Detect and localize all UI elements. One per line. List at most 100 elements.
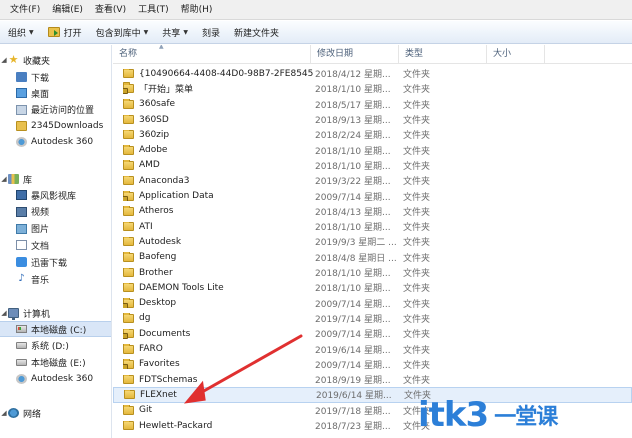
nav-item[interactable]: 系统 (D:)	[0, 338, 111, 354]
file-row[interactable]: dg 2019/7/14 星期... 文件夹	[113, 311, 632, 326]
expand-arrow-icon[interactable]: ◢	[0, 309, 8, 317]
file-row[interactable]: {10490664-4408-44D0-98B7-2FE8545... 2018/…	[113, 66, 632, 81]
file-date: 2019/7/18 星期...	[315, 406, 391, 417]
file-type: 文件夹	[403, 131, 431, 142]
file-date: 2019/6/14 星期...	[316, 391, 392, 402]
nav-item-label: 库	[23, 175, 33, 186]
column-type[interactable]: 类型	[399, 45, 487, 64]
toolbar-button-3[interactable]: 共享 ▼	[158, 21, 198, 44]
nav-item[interactable]: ◢ 网络	[0, 405, 111, 421]
expand-arrow-icon[interactable]: ◢	[0, 175, 8, 183]
file-name: Adobe	[139, 145, 168, 156]
nav-item[interactable]: ◢ 库	[0, 171, 111, 187]
file-date: 2018/4/12 星期...	[315, 70, 391, 81]
file-row[interactable]: Baofeng 2018/4/8 星期日 ... 文件夹	[113, 250, 632, 265]
nav-item[interactable]: ♪ 音乐	[0, 271, 111, 287]
nav-item[interactable]: Autodesk 360	[0, 134, 111, 150]
file-name: AMD	[139, 160, 160, 171]
toolbar-button-2[interactable]: 包含到库中 ▼	[92, 21, 159, 44]
file-name-cell: Application Data	[123, 191, 313, 202]
column-date[interactable]: 修改日期	[311, 45, 399, 64]
file-row[interactable]: AMD 2018/1/10 星期... 文件夹	[113, 158, 632, 173]
file-row[interactable]: Desktop 2009/7/14 星期... 文件夹	[113, 296, 632, 311]
file-name-cell: FARO	[123, 344, 313, 354]
folder-icon	[123, 313, 134, 323]
file-row[interactable]: 360zip 2018/2/24 星期... 文件夹	[113, 127, 632, 142]
nav-item[interactable]: 下载	[0, 69, 111, 85]
folder-icon	[123, 344, 134, 354]
file-row[interactable]: Documents 2009/7/14 星期... 文件夹	[113, 326, 632, 341]
file-name: ATI	[139, 221, 153, 232]
nav-item[interactable]: 本地磁盘 (C:)	[0, 321, 111, 337]
nav-item[interactable]: 迅雷下载	[0, 254, 111, 270]
file-type: 文件夹	[403, 207, 431, 218]
menu-item-1[interactable]: 编辑(E)	[46, 0, 89, 20]
file-name-cell: Hewlett-Packard	[123, 420, 313, 431]
nav-item[interactable]: ◢ 计算机	[0, 305, 111, 321]
file-row[interactable]: Anaconda3 2019/3/22 星期... 文件夹	[113, 173, 632, 188]
file-date: 2018/1/10 星期...	[315, 223, 391, 234]
nav-item[interactable]: 2345Downloads	[0, 118, 111, 134]
menu-item-2[interactable]: 查看(V)	[89, 0, 132, 20]
file-row[interactable]: 360SD 2018/9/13 星期... 文件夹	[113, 112, 632, 127]
nav-item-label: 网络	[23, 409, 42, 420]
menu-bar: 文件(F) 编辑(E) 查看(V) 工具(T) 帮助(H)	[0, 0, 632, 20]
nav-item[interactable]: 暴风影视库	[0, 187, 111, 203]
file-row[interactable]: Autodesk 2019/9/3 星期二 ... 文件夹	[113, 234, 632, 249]
nav-item[interactable]: Autodesk 360	[0, 371, 111, 387]
file-row[interactable]: FARO 2019/6/14 星期... 文件夹	[113, 341, 632, 356]
file-row[interactable]: Favorites 2009/7/14 星期... 文件夹	[113, 357, 632, 372]
file-row[interactable]: Brother 2018/1/10 星期... 文件夹	[113, 265, 632, 280]
nav-item-label: Autodesk 360	[31, 137, 94, 148]
music-icon: ♪	[18, 273, 25, 284]
file-row[interactable]: 「开始」菜单 2018/1/10 星期... 文件夹	[113, 81, 632, 96]
star-icon: ★	[8, 53, 19, 66]
file-row[interactable]: Atheros 2018/4/13 星期... 文件夹	[113, 204, 632, 219]
file-row[interactable]: ATI 2018/1/10 星期... 文件夹	[113, 219, 632, 234]
nav-item[interactable]: ◢ ★ 收藏夹	[0, 52, 111, 68]
nav-item[interactable]: 桌面	[0, 85, 111, 101]
file-name: 360zip	[139, 129, 170, 140]
toolbar-button-0[interactable]: 组织 ▼	[4, 21, 44, 44]
file-type: 文件夹	[403, 116, 431, 127]
file-type: 文件夹	[403, 161, 431, 172]
toolbar-button-1[interactable]: 打开	[44, 21, 92, 44]
column-size[interactable]: 大小	[487, 45, 545, 64]
watermark-text: itk3	[418, 395, 489, 435]
file-type: 文件夹	[403, 85, 431, 96]
column-name[interactable]: 名称	[113, 45, 311, 64]
file-name-cell: 360zip	[123, 129, 313, 140]
file-row[interactable]: Adobe 2018/1/10 星期... 文件夹	[113, 143, 632, 158]
expand-arrow-icon[interactable]: ◢	[0, 56, 8, 64]
drive-icon	[16, 342, 27, 349]
file-row[interactable]: 360safe 2018/5/17 星期... 文件夹	[113, 97, 632, 112]
file-date: 2018/1/10 星期...	[315, 85, 391, 96]
nav-item[interactable]: 本地磁盘 (E:)	[0, 354, 111, 370]
video-icon	[16, 206, 27, 217]
nav-item[interactable]: 最近访问的位置	[0, 102, 111, 118]
nav-item[interactable]: 文档	[0, 237, 111, 253]
file-name-cell: {10490664-4408-44D0-98B7-2FE8545...	[123, 68, 313, 79]
toolbar-button-5[interactable]: 新建文件夹	[230, 21, 289, 44]
file-type: 文件夹	[403, 376, 431, 387]
toolbar-button-4[interactable]: 刻录	[198, 21, 230, 44]
menu-item-0[interactable]: 文件(F)	[4, 0, 46, 20]
expand-arrow-icon[interactable]: ◢	[0, 409, 8, 417]
file-name-cell: Documents	[123, 328, 313, 339]
toolbar-label: 共享	[162, 28, 181, 39]
nav-item[interactable]: 图片	[0, 221, 111, 237]
video-lib-icon	[16, 190, 27, 200]
file-row[interactable]: DAEMON Tools Lite 2018/1/10 星期... 文件夹	[113, 280, 632, 295]
file-row[interactable]: Application Data 2009/7/14 星期... 文件夹	[113, 188, 632, 203]
menu-item-4[interactable]: 帮助(H)	[175, 0, 219, 20]
file-date: 2018/4/13 星期...	[315, 207, 391, 218]
folder-lock-icon	[123, 298, 134, 309]
file-name: {10490664-4408-44D0-98B7-2FE8545...	[139, 68, 313, 79]
nav-item[interactable]: 视频	[0, 204, 111, 220]
menu-item-3[interactable]: 工具(T)	[132, 0, 175, 20]
file-date: 2018/1/10 星期...	[315, 146, 391, 157]
file-row[interactable]: FDTSchemas 2018/9/19 星期... 文件夹	[113, 372, 632, 387]
file-date: 2009/7/14 星期...	[315, 192, 391, 203]
folder-icon	[123, 175, 134, 186]
picture-icon	[16, 223, 27, 234]
